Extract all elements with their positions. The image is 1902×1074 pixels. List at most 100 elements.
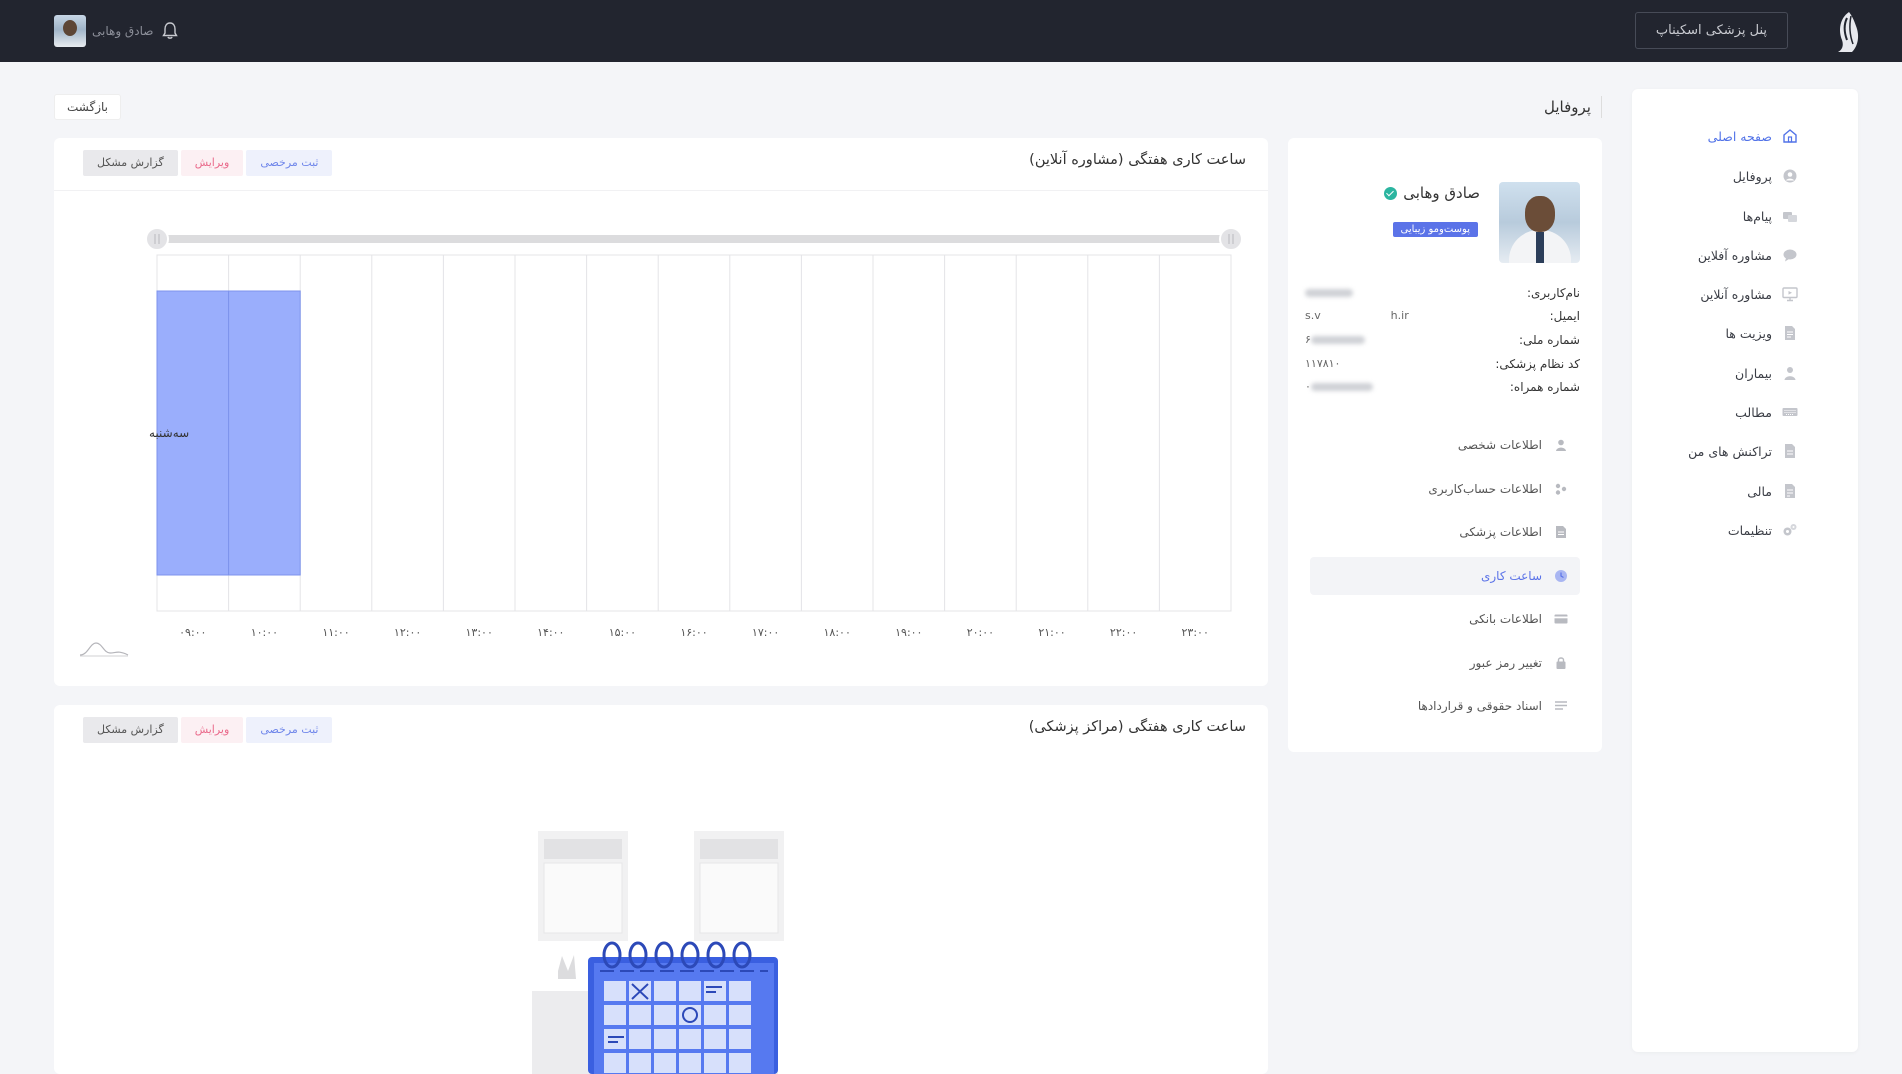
keyboard-icon — [1782, 408, 1798, 416]
info-value: ۶ — [1305, 333, 1365, 351]
sidebar-item-online-consult[interactable]: مشاوره آنلاین — [1700, 283, 1798, 305]
x-tick-label: ۱۴:۰۰ — [537, 626, 564, 639]
profile-menu-label: تغییر رمز عبور — [1469, 656, 1542, 670]
schedule-bar — [228, 290, 301, 576]
sidebar-item-label: مشاوره آنلاین — [1700, 286, 1772, 302]
empty-calendar-illustration — [532, 831, 784, 1074]
info-username: نام‌کاربری: — [1305, 286, 1580, 304]
sidebar-item-label: تراکنش های من — [1688, 443, 1772, 459]
sidebar-item-label: پروفایل — [1732, 168, 1772, 184]
chat-icon — [1783, 249, 1797, 262]
x-tick-label: ۲۲:۰۰ — [1110, 626, 1137, 639]
x-tick-label: ۲۳:۰۰ — [1182, 626, 1209, 639]
account-icon — [1555, 483, 1567, 495]
profile-menu-personal-info[interactable]: اطلاعات شخصی — [1310, 426, 1580, 464]
x-tick-label: ۱۱:۰۰ — [322, 626, 349, 639]
gears-icon — [1783, 524, 1797, 536]
info-national-id: شماره ملی: ۶ — [1305, 333, 1580, 351]
page-title: پروفایل — [1544, 96, 1602, 118]
overview-sparkline — [79, 642, 129, 656]
profile-name: صادق وهابی — [1384, 184, 1480, 202]
finance-icon — [1785, 484, 1795, 498]
x-tick-label: ۲۰:۰۰ — [967, 626, 994, 639]
user-name: صادق وهابی — [92, 24, 154, 38]
profile-photo — [1499, 182, 1580, 263]
info-label: ایمیل: — [1549, 309, 1580, 323]
profile-menu-label: ساعت کاری — [1480, 569, 1542, 583]
profile-menu-bank-info[interactable]: اطلاعات بانکی — [1310, 600, 1580, 638]
sidebar-item-settings[interactable]: تنظیمات — [1728, 519, 1798, 541]
receipt-icon — [1785, 444, 1795, 458]
sidebar-item-articles[interactable]: مطالب — [1735, 401, 1798, 423]
x-tick-label: ۱۰:۰۰ — [251, 626, 278, 639]
edit-button[interactable]: ویرایش — [180, 717, 244, 743]
info-label: شماره ملی: — [1519, 333, 1580, 347]
document-icon — [1785, 326, 1795, 340]
sidebar: صفحه اصلی پروفایل پیام‌ها مشاوره آفلاین … — [1632, 89, 1858, 1052]
x-tick-label: ۱۳:۰۰ — [466, 626, 493, 639]
register-leave-button[interactable]: ثبت مرخصی — [246, 717, 333, 743]
specialty-badge: پوست‌ومو زیبایی — [1392, 222, 1478, 237]
info-email: ایمیل: s.v h.ir — [1305, 309, 1580, 327]
person-icon — [1556, 439, 1566, 451]
profile-menu-account-info[interactable]: اطلاعات حساب‌کاربری — [1310, 470, 1580, 508]
lock-icon — [1556, 657, 1566, 669]
doctor-panel-button[interactable]: پنل پزشکی اسکیناپ — [1634, 12, 1788, 49]
x-tick-label: ۱۷:۰۰ — [752, 626, 779, 639]
profile-name-text: صادق وهابی — [1403, 184, 1480, 202]
profile-menu-medical-info[interactable]: اطلاعات پزشکی — [1310, 513, 1580, 551]
sidebar-item-patients[interactable]: بیماران — [1735, 362, 1798, 384]
top-bar: پنل پزشکی اسکیناپ صادق وهابی — [0, 0, 1902, 62]
weekly-timeline-chart: ۰۹:۰۰ ۱۰:۰۰ ۱۱:۰۰ ۱۲:۰۰ ۱۳:۰۰ ۱۴:۰۰ ۱۵:۰۰ ۱۶:۰۰… — [79, 227, 1243, 657]
sidebar-item-label: بیماران — [1735, 365, 1772, 381]
sidebar-item-label: مشاوره آفلاین — [1697, 247, 1772, 263]
sidebar-item-transactions[interactable]: تراکنش های من — [1688, 440, 1798, 462]
info-label: کد نظام پزشکی: — [1495, 357, 1580, 371]
profile-menu-change-password[interactable]: تغییر رمز عبور — [1310, 644, 1580, 682]
bell-icon[interactable] — [162, 22, 178, 40]
messages-icon — [1783, 212, 1797, 222]
sidebar-item-label: مطالب — [1735, 404, 1772, 420]
info-value: ۰ — [1305, 380, 1373, 398]
sidebar-item-label: مالی — [1747, 483, 1772, 499]
app-logo[interactable] — [1832, 10, 1862, 54]
profile-card: صادق وهابی پوست‌ومو زیبایی نام‌کاربری: ا… — [1288, 138, 1602, 752]
info-mobile: شماره همراه: ۰ — [1305, 380, 1580, 398]
card-actions: ثبت مرخصی ویرایش گزارش مشکل — [80, 717, 333, 743]
sidebar-item-offline-consult[interactable]: مشاوره آفلاین — [1698, 244, 1798, 266]
sidebar-item-profile[interactable]: پروفایل — [1733, 165, 1798, 187]
sidebar-item-label: صفحه اصلی — [1707, 128, 1772, 144]
plot-frame — [156, 254, 1232, 612]
bank-card-icon — [1554, 614, 1568, 624]
sidebar-item-visits[interactable]: ویزیت ها — [1725, 322, 1798, 344]
report-problem-button[interactable]: گزارش مشکل — [83, 717, 178, 743]
user-circle-icon — [1783, 169, 1797, 183]
home-icon — [1783, 129, 1797, 143]
day-label: سه‌شنبه — [149, 426, 189, 440]
sidebar-item-label: تنظیمات — [1727, 522, 1772, 538]
sidebar-item-messages[interactable]: پیام‌ها — [1743, 205, 1798, 227]
sidebar-item-label: ویزیت ها — [1725, 325, 1772, 341]
range-slider-start-handle[interactable] — [145, 227, 169, 251]
profile-menu-label: اطلاعات بانکی — [1469, 612, 1542, 626]
info-label: شماره همراه: — [1509, 380, 1580, 394]
user-menu[interactable]: صادق وهابی — [54, 15, 153, 47]
weekly-hours-centers-card: ساعت کاری هفتگی (مراکز پزشکی) ثبت مرخصی … — [54, 705, 1268, 1074]
x-tick-label: ۱۲:۰۰ — [394, 626, 421, 639]
back-button[interactable]: بازگشت — [54, 94, 121, 120]
x-tick-label: ۱۹:۰۰ — [895, 626, 922, 639]
medical-doc-icon — [1556, 526, 1566, 538]
profile-menu-legal-docs[interactable]: اسناد حقوقی و قراردادها — [1310, 687, 1580, 725]
info-value: ۱۱۷۸۱۰ — [1305, 357, 1341, 370]
monitor-icon — [1782, 287, 1798, 302]
sidebar-item-finance[interactable]: مالی — [1747, 480, 1798, 502]
info-label: نام‌کاربری: — [1527, 286, 1580, 300]
info-value — [1305, 286, 1353, 304]
profile-menu-label: اطلاعات حساب‌کاربری — [1428, 482, 1542, 496]
info-value: s.v h.ir — [1305, 309, 1409, 322]
range-slider-end-handle[interactable] — [1219, 227, 1243, 251]
sidebar-item-home[interactable]: صفحه اصلی — [1708, 125, 1798, 147]
avatar[interactable] — [54, 15, 86, 47]
profile-menu-label: اسناد حقوقی و قراردادها — [1417, 699, 1542, 713]
profile-menu-working-hours[interactable]: ساعت کاری — [1310, 557, 1580, 595]
